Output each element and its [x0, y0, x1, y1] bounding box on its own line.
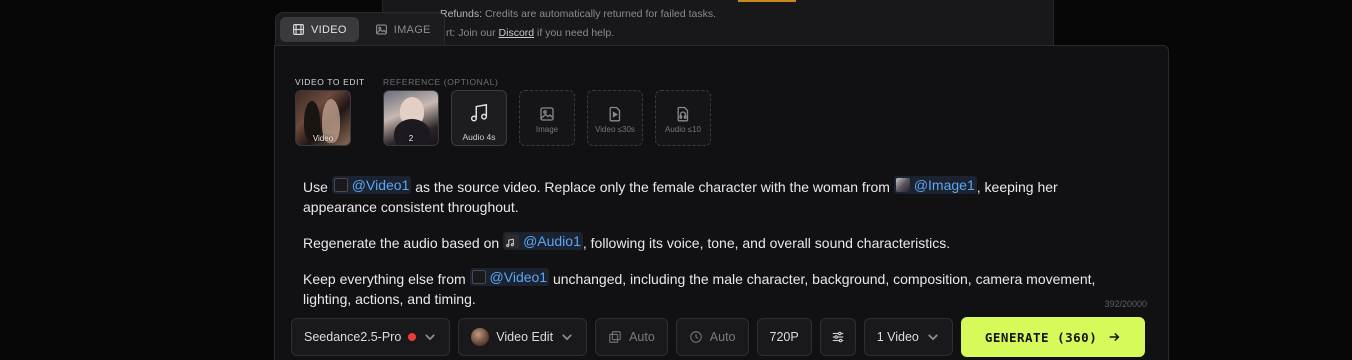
support-notice: rt: Join our Discord if you need help. [446, 27, 615, 39]
duration-label: Auto [709, 330, 736, 344]
video-mention-tag[interactable]: @Video1 [469, 268, 550, 286]
reference-label: REFERENCE (OPTIONAL) [383, 77, 499, 87]
audio-slot-label: Audio ≤10 [665, 125, 701, 134]
arrow-right-icon [1109, 332, 1120, 342]
discord-link[interactable]: Discord [499, 27, 535, 39]
video-file-icon [609, 106, 621, 122]
prompt-editor[interactable]: Use @Video1 as the source video. Replace… [303, 176, 1123, 324]
generation-panel: VIDEO TO EDIT REFERENCE (OPTIONAL) Video… [274, 45, 1169, 360]
film-icon [293, 24, 304, 35]
count-label: 1 Video [876, 330, 919, 344]
audio-thumb-caption: Audio 4s [462, 132, 496, 142]
image-thumb-caption: 2 [408, 134, 414, 143]
settings-button[interactable] [819, 318, 856, 356]
image-slot-label: Image [535, 125, 559, 134]
generation-toolbar: Seedance2.5-Pro Video Edit Auto Auto 720… [291, 317, 1146, 357]
model-select[interactable]: Seedance2.5-Pro [291, 318, 451, 356]
music-note-icon [470, 103, 488, 122]
prompt-paragraph-2: Regenerate the audio based on @Audio1, f… [303, 232, 951, 251]
tab-video[interactable]: VIDEO [280, 17, 359, 42]
reference-image-thumbnail[interactable]: 2 [383, 90, 439, 146]
prompt-paragraph-3: Keep everything else from @Video1 unchan… [303, 268, 1096, 307]
add-video-slot[interactable]: Video ≤30s [587, 90, 643, 146]
status-dot [408, 333, 417, 341]
audio-file-icon [677, 106, 689, 122]
generate-button[interactable]: GENERATE (360) [960, 317, 1146, 357]
mode-tabs: VIDEO IMAGE [275, 12, 445, 46]
image-mention-tag[interactable]: @Image1 [893, 176, 977, 194]
mode-label: Video Edit [496, 330, 554, 344]
tab-image[interactable]: IMAGE [363, 17, 443, 42]
reference-audio-thumbnail[interactable]: Audio 4s [451, 90, 507, 146]
aspect-ratio-icon [609, 331, 621, 343]
resolution-label: 720P [769, 330, 799, 344]
music-note-icon [506, 238, 514, 248]
video-to-edit-label: VIDEO TO EDIT [295, 77, 365, 87]
tab-video-label: VIDEO [311, 23, 347, 36]
output-count-select[interactable]: 1 Video [863, 318, 953, 356]
image-icon [540, 107, 554, 121]
ratio-label: Auto [629, 330, 655, 344]
source-video-thumbnail[interactable]: Video [295, 90, 351, 146]
add-audio-slot[interactable]: Audio ≤10 [655, 90, 711, 146]
model-label: Seedance2.5-Pro [304, 330, 402, 344]
duration-select[interactable]: Auto [675, 318, 749, 356]
video-thumb-caption: Video [312, 134, 334, 143]
audio-mention-tag[interactable]: @Audio1 [503, 232, 583, 250]
generate-label: GENERATE (360) [984, 329, 1098, 345]
video-mention-tag[interactable]: @Video1 [331, 176, 412, 194]
notice-accent-bar [738, 0, 796, 2]
prompt-paragraph-1: Use @Video1 as the source video. Replace… [303, 176, 1058, 215]
image-icon [375, 24, 387, 35]
character-counter: 392/20000 [1104, 299, 1147, 309]
aspect-ratio-select[interactable]: Auto [595, 318, 668, 356]
chevron-down-icon [562, 334, 572, 341]
tab-image-label: IMAGE [393, 23, 431, 36]
avatar [471, 328, 490, 346]
chevron-down-icon [425, 334, 436, 341]
sliders-icon [832, 331, 843, 343]
chevron-down-icon [928, 334, 938, 341]
refund-notice: Refunds: Credits are automatically retur… [440, 8, 717, 20]
add-image-slot[interactable]: Image [519, 90, 575, 146]
resolution-select[interactable]: 720P [756, 318, 812, 356]
clock-icon [689, 331, 702, 343]
mode-select[interactable]: Video Edit [458, 318, 588, 356]
video-slot-label: Video ≤30s [595, 125, 635, 134]
background-notice-panel [382, 0, 1054, 46]
